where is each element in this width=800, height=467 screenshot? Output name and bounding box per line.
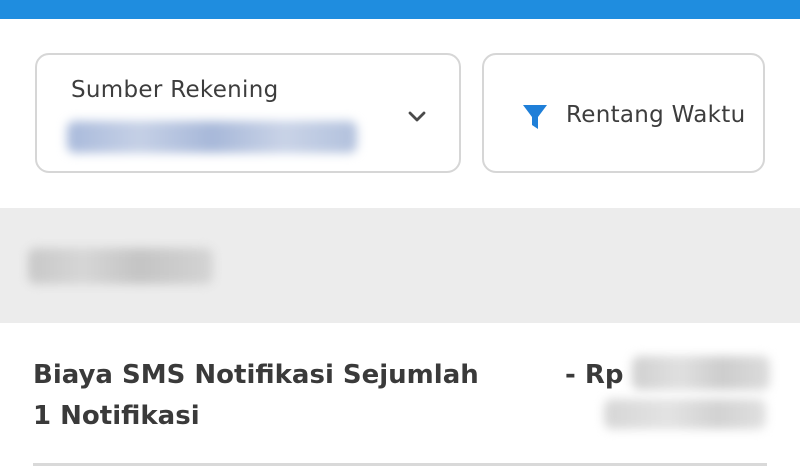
chevron-down-icon <box>408 111 426 122</box>
account-source-label: Sumber Rekening <box>71 77 279 103</box>
date-range-filter-button[interactable]: Rentang Waktu <box>482 53 765 173</box>
date-redacted <box>28 248 213 284</box>
date-range-label: Rentang Waktu <box>566 102 746 128</box>
account-source-dropdown[interactable]: Sumber Rekening <box>35 53 461 173</box>
account-number-redacted <box>67 121 357 153</box>
filter-icon <box>523 105 547 129</box>
transaction-amount-prefix: - Rp <box>565 360 624 390</box>
transaction-item[interactable]: Biaya SMS Notifikasi Sejumlah 1 Notifika… <box>0 323 800 467</box>
top-app-bar <box>0 0 800 19</box>
transaction-amount-redacted <box>632 356 770 390</box>
date-group-header <box>0 208 800 323</box>
transaction-balance-redacted <box>604 399 766 429</box>
transaction-description: Biaya SMS Notifikasi Sejumlah 1 Notifika… <box>33 360 479 431</box>
divider <box>33 463 767 466</box>
